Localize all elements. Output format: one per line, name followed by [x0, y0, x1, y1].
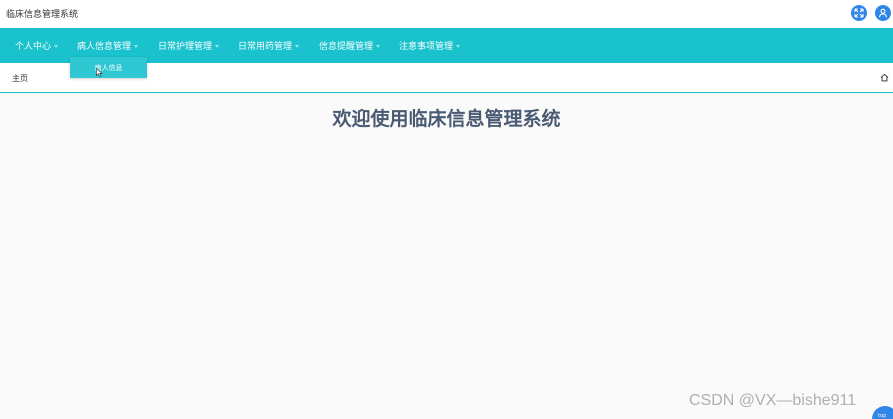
nav-item-reminders[interactable]: 信息提醒管理 [319, 28, 381, 63]
caret-down-icon [295, 44, 300, 48]
dropdown-item-patient-info[interactable]: 病人信息 [70, 57, 147, 78]
nav-item-label: 注意事项管理 [399, 42, 454, 52]
mouse-cursor-icon [96, 68, 103, 77]
nav-item-label: 日常用药管理 [238, 42, 293, 52]
caret-down-icon [54, 44, 59, 48]
nav-item-daily-care[interactable]: 日常护理管理 [158, 28, 220, 63]
caret-down-icon [215, 44, 220, 48]
nav-item-label: 病人信息管理 [77, 42, 132, 52]
caret-down-icon [456, 44, 461, 48]
user-button[interactable] [875, 5, 891, 21]
main-content: 欢迎使用临床信息管理系统 [0, 94, 893, 419]
home-icon[interactable] [880, 73, 889, 82]
app-title: 临床信息管理系统 [6, 10, 79, 20]
breadcrumb-home-link[interactable]: 主页 [12, 73, 28, 84]
back-to-top-label: top [878, 413, 887, 419]
top-bar: 临床信息管理系统 [0, 0, 893, 28]
watermark-text: CSDN @VX—bishe911 [689, 392, 857, 409]
nav-item-label: 日常护理管理 [158, 42, 213, 52]
nav-item-daily-medication[interactable]: 日常用药管理 [238, 28, 300, 63]
caret-down-icon [376, 44, 381, 48]
expand-arrows-icon [854, 8, 864, 18]
nav-item-label: 信息提醒管理 [319, 42, 374, 52]
user-icon [878, 8, 888, 18]
nav-item-personal-center[interactable]: 个人中心 [15, 28, 59, 63]
caret-down-icon [134, 44, 139, 48]
patient-info-dropdown: 病人信息 [70, 57, 147, 78]
nav-item-precautions[interactable]: 注意事项管理 [399, 28, 461, 63]
fullscreen-button[interactable] [851, 5, 867, 21]
nav-item-label: 个人中心 [15, 42, 52, 52]
welcome-title: 欢迎使用临床信息管理系统 [332, 108, 561, 130]
